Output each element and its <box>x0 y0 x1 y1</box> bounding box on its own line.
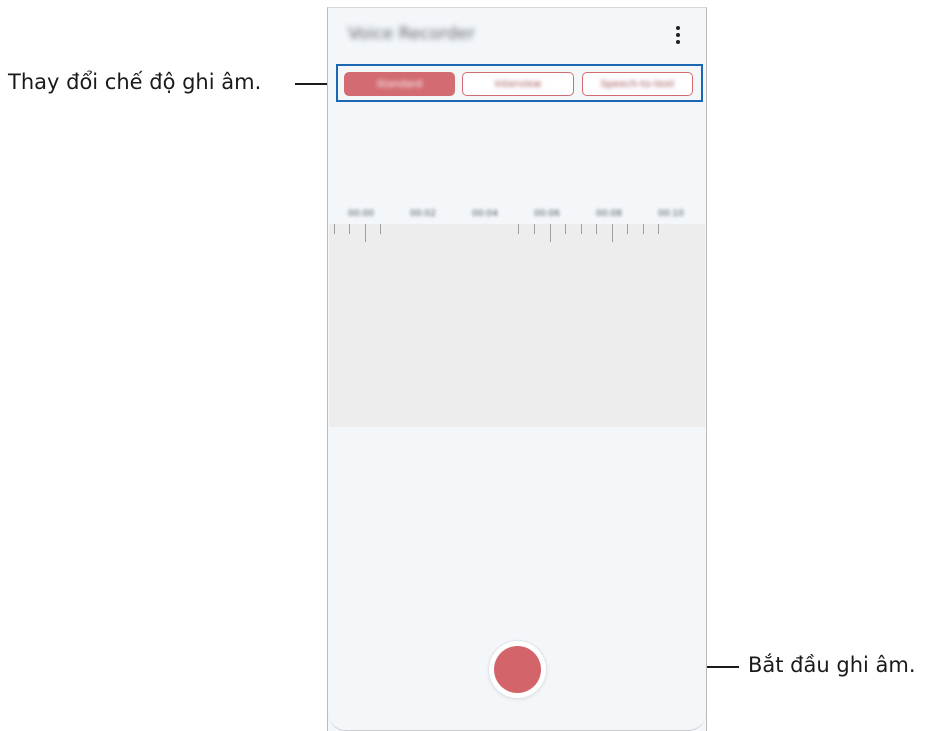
timeline-tick <box>334 224 335 234</box>
record-icon <box>494 646 541 693</box>
timeline-tick <box>518 224 519 234</box>
timeline-tick <box>627 224 628 234</box>
callout-change-mode-text: Thay đổi chế độ ghi âm. <box>8 70 262 94</box>
timeline-tick <box>380 224 381 234</box>
timeline-label: 00:08 <box>596 209 622 219</box>
app-header: Voice Recorder <box>328 8 706 62</box>
screen-bottom-edge <box>328 712 706 731</box>
timeline-labels: 00:00 00:02 00:04 00:06 00:08 00:10 <box>328 209 706 223</box>
app-title: Voice Recorder <box>348 24 475 44</box>
timeline-tick <box>365 224 366 242</box>
timeline-label: 00:02 <box>410 209 436 219</box>
timeline-tick <box>658 224 659 234</box>
record-button[interactable] <box>489 641 546 698</box>
mode-standard-button[interactable]: Standard <box>344 72 455 96</box>
timeline-label: 00:06 <box>534 209 560 219</box>
timeline-label: 00:00 <box>348 209 374 219</box>
phone-screen: Voice Recorder Standard Interview Speech… <box>327 7 707 731</box>
mode-speech-to-text-button[interactable]: Speech-to-text <box>582 72 693 96</box>
timeline-tick <box>550 224 551 242</box>
waveform-area <box>329 224 705 427</box>
timeline-tick <box>581 224 582 234</box>
more-options-icon[interactable] <box>668 22 688 48</box>
timeline-tick <box>612 224 613 242</box>
timeline-tick <box>643 224 644 234</box>
timeline-label: 00:10 <box>658 209 684 219</box>
timeline-tick <box>596 224 597 234</box>
mode-speech-to-text-label: Speech-to-text <box>600 78 675 90</box>
callout-start-recording-text: Bắt đầu ghi âm. <box>748 653 916 677</box>
mode-interview-label: Interview <box>494 78 542 90</box>
timeline-ticks <box>328 224 706 246</box>
mode-interview-button[interactable]: Interview <box>462 72 574 96</box>
recording-mode-selector: Standard Interview Speech-to-text <box>336 64 703 102</box>
timeline-tick <box>349 224 350 234</box>
timeline-tick <box>534 224 535 234</box>
timeline-tick <box>565 224 566 234</box>
timeline-label: 00:04 <box>472 209 498 219</box>
mode-standard-label: Standard <box>376 78 423 90</box>
